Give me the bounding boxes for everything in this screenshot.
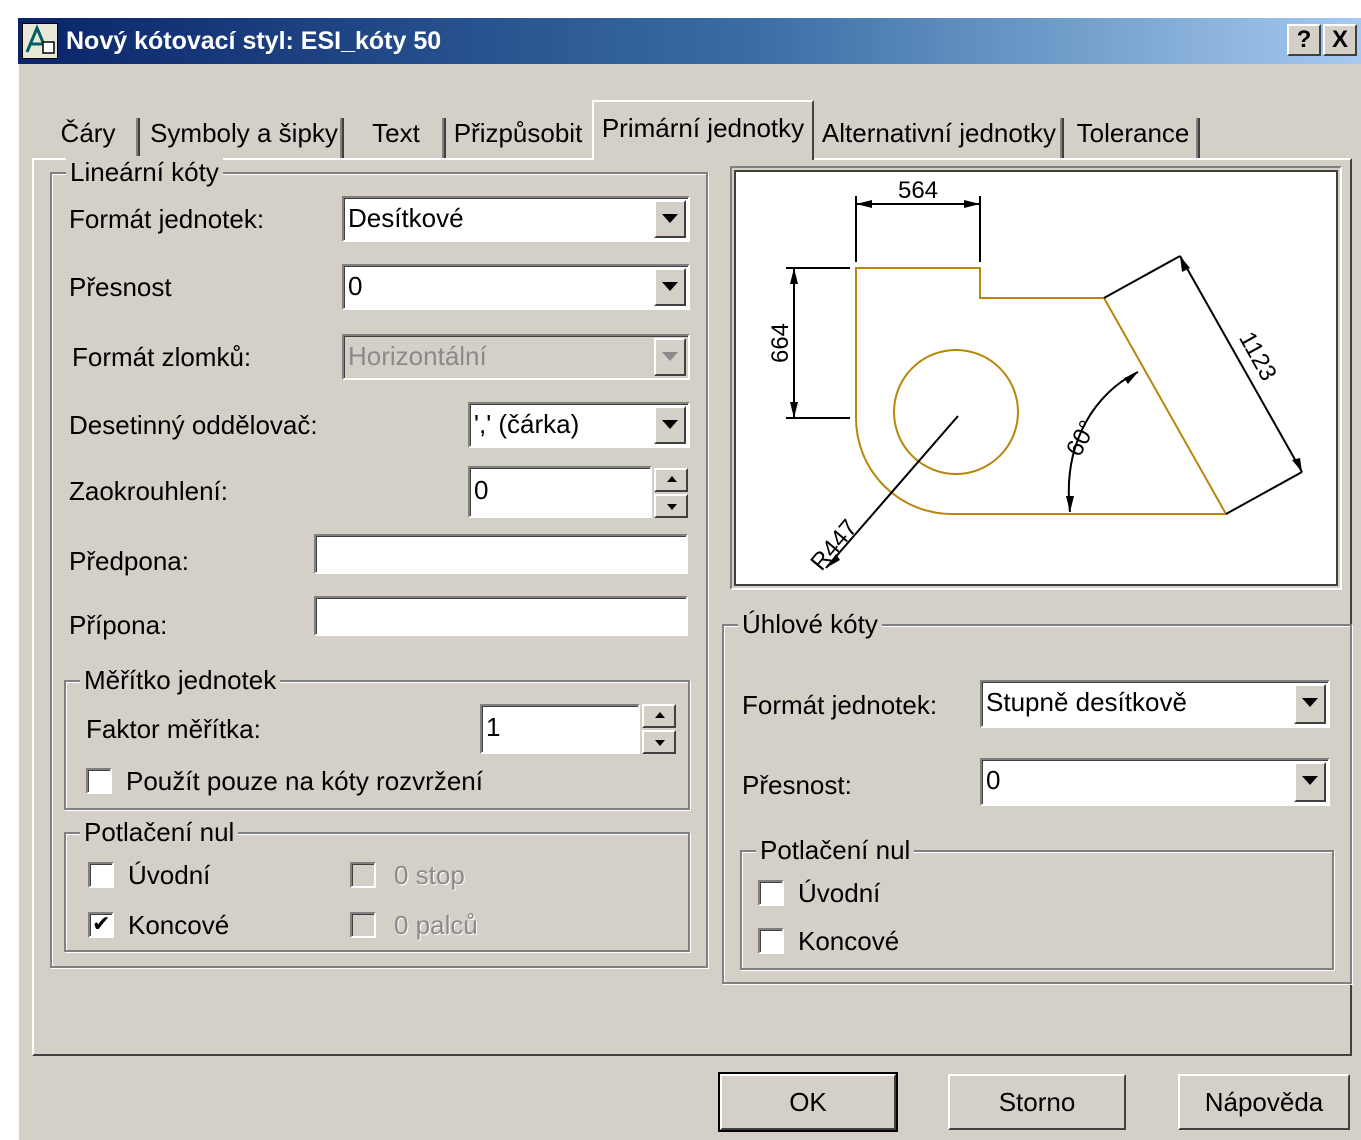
linear-trailing-label: Koncové xyxy=(128,910,230,940)
prefix-input[interactable] xyxy=(314,534,688,574)
tab-tolerance[interactable]: Tolerance xyxy=(1068,108,1198,158)
layout-only-label: Použít pouze na kóty rozvržení xyxy=(126,766,483,796)
tab-separator xyxy=(136,118,140,158)
decimal-separator-select[interactable]: ',' (čárka) xyxy=(468,402,690,448)
dialog-window: Nový kótovací styl: ESI_kóty 50 ? X Čáry… xyxy=(18,18,1361,1140)
app-icon xyxy=(22,23,58,59)
linear-leading-checkbox[interactable] xyxy=(88,862,114,888)
suffix-label: Přípona: xyxy=(69,610,168,640)
dim-diag-text: 1123 xyxy=(1233,327,1282,385)
suffix-input[interactable] xyxy=(314,596,688,636)
zero-inches-checkbox xyxy=(350,912,376,938)
tab-separator xyxy=(340,118,344,158)
angular-leading-checkbox[interactable] xyxy=(758,880,784,906)
preview-frame: 564 664 1123 60° R447 xyxy=(730,166,1342,590)
chevron-down-icon[interactable] xyxy=(654,268,686,306)
angular-dimensions-label: Úhlové kóty xyxy=(738,608,882,640)
help-title-button[interactable]: ? xyxy=(1287,24,1321,56)
prefix-label: Předpona: xyxy=(69,546,189,576)
round-off-label: Zaokrouhlení: xyxy=(69,476,228,506)
scale-factor-input[interactable]: 1 xyxy=(480,704,640,754)
decimal-separator-label: Desetinný oddělovač: xyxy=(69,410,318,440)
dim-radius-text: R447 xyxy=(805,515,863,576)
chevron-down-icon[interactable] xyxy=(1294,762,1326,802)
spinner-up-icon[interactable] xyxy=(642,704,676,728)
scale-factor-label: Faktor měřítka: xyxy=(86,714,261,744)
chevron-down-icon[interactable] xyxy=(654,200,686,238)
linear-zero-suppression-label: Potlačení nul xyxy=(80,816,239,848)
zero-feet-label: 0 stop xyxy=(394,860,465,890)
part-outline xyxy=(855,267,1228,515)
dimension-preview: 564 664 1123 60° R447 xyxy=(734,170,1338,586)
linear-trailing-checkbox[interactable]: ✔ xyxy=(88,912,114,938)
unit-format-label: Formát jednotek: xyxy=(69,204,265,234)
precision-select[interactable]: 0 xyxy=(342,264,690,310)
part-hole xyxy=(893,349,1019,475)
unit-format-select[interactable]: Desítkové xyxy=(342,196,690,242)
help-button[interactable]: Nápověda xyxy=(1178,1074,1350,1130)
title-bar[interactable]: Nový kótovací styl: ESI_kóty 50 ? X xyxy=(18,18,1361,64)
close-title-button[interactable]: X xyxy=(1323,24,1357,56)
tab-primarni-jednotky[interactable]: Primární jednotky xyxy=(592,100,814,160)
window-title: Nový kótovací styl: ESI_kóty 50 xyxy=(66,27,442,55)
cancel-button[interactable]: Storno xyxy=(948,1074,1126,1130)
dim-top-text: 564 xyxy=(898,177,938,204)
tab-prizpusobit[interactable]: Přizpůsobit xyxy=(450,108,586,158)
angular-precision-label: Přesnost: xyxy=(742,770,852,800)
spinner-down-icon[interactable] xyxy=(654,494,688,518)
chevron-down-icon[interactable] xyxy=(654,406,686,444)
fraction-format-select: Horizontální xyxy=(342,334,690,380)
precision-label: Přesnost xyxy=(69,272,172,302)
tab-text[interactable]: Text xyxy=(348,108,444,158)
layout-only-checkbox[interactable] xyxy=(86,768,112,794)
round-off-spinner[interactable] xyxy=(654,468,688,518)
angular-unit-format-label: Formát jednotek: xyxy=(742,690,938,720)
tab-separator xyxy=(1196,118,1200,158)
tab-symboly-a-sipky[interactable]: Symboly a šipky xyxy=(146,108,342,158)
tab-cary[interactable]: Čáry xyxy=(38,108,138,158)
angular-leading-label: Úvodní xyxy=(798,878,881,908)
scale-group-label: Měřítko jednotek xyxy=(80,664,281,696)
spinner-down-icon[interactable] xyxy=(642,730,676,754)
round-off-input[interactable]: 0 xyxy=(468,466,652,518)
zero-feet-checkbox xyxy=(350,862,376,888)
ok-button[interactable]: OK xyxy=(718,1072,898,1132)
chevron-down-icon[interactable] xyxy=(1294,684,1326,724)
scale-factor-spinner[interactable] xyxy=(642,704,676,754)
spinner-up-icon[interactable] xyxy=(654,468,688,492)
linear-leading-label: Úvodní xyxy=(128,860,211,890)
zero-inches-label: 0 palců xyxy=(394,910,478,940)
chevron-down-icon xyxy=(654,338,686,376)
fraction-format-label: Formát zlomků: xyxy=(72,342,252,372)
checkmark-icon: ✔ xyxy=(92,911,111,936)
angular-trailing-label: Koncové xyxy=(798,926,900,956)
angular-trailing-checkbox[interactable] xyxy=(758,928,784,954)
angular-unit-format-select[interactable]: Stupně desítkově xyxy=(980,680,1330,728)
angular-zero-suppression-label: Potlačení nul xyxy=(756,834,915,866)
dim-angle-text: 60° xyxy=(1061,416,1102,461)
tab-separator xyxy=(442,118,446,158)
tab-alternativni-jednotky[interactable]: Alternativní jednotky xyxy=(818,108,1060,158)
angular-precision-select[interactable]: 0 xyxy=(980,758,1330,806)
dim-left-text: 664 xyxy=(767,323,794,363)
linear-dimensions-label: Lineární kóty xyxy=(66,156,223,188)
tab-separator xyxy=(1060,118,1064,158)
